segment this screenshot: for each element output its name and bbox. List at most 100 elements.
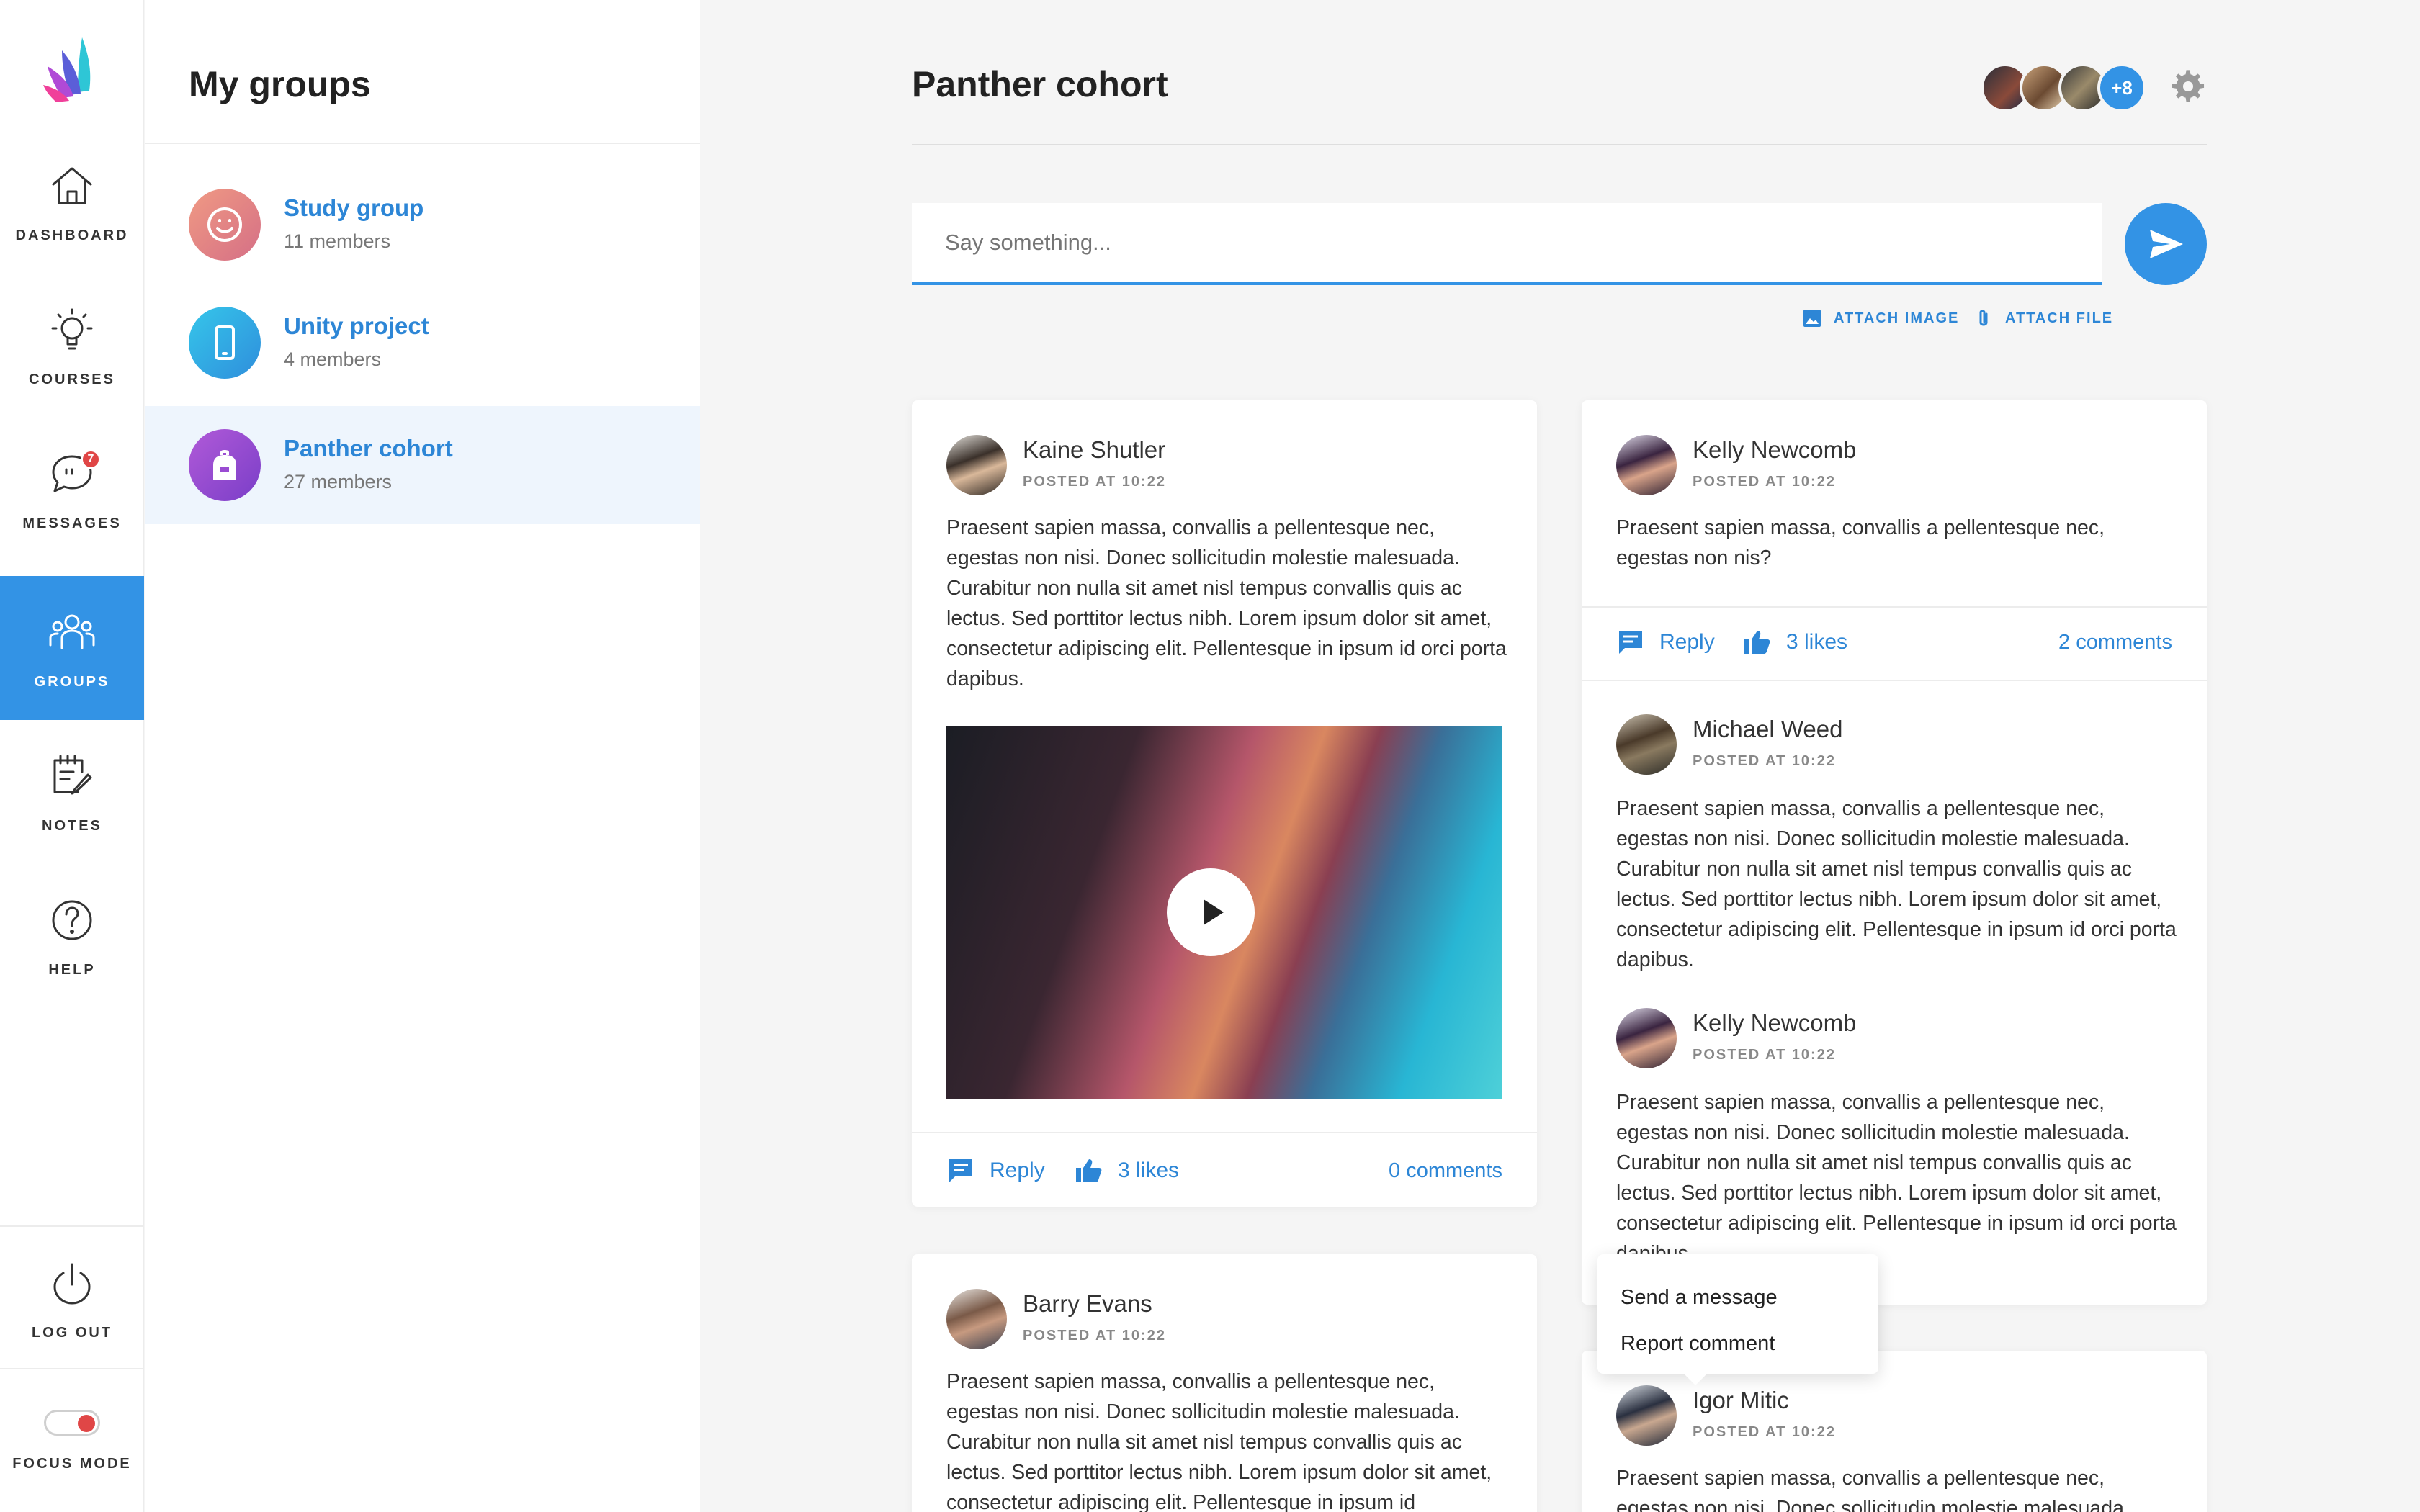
- attach-file-label: ATTACH FILE: [2005, 310, 2114, 326]
- group-name: Unity project: [284, 312, 429, 339]
- group-name: Panther cohort: [284, 435, 453, 462]
- image-icon: [1803, 310, 1821, 327]
- member-avatars[interactable]: +8: [1981, 63, 2154, 112]
- smiley-icon: [207, 207, 242, 242]
- compose-input[interactable]: [912, 203, 2102, 285]
- comment-text: Praesent sapien massa, convallis a pelle…: [1616, 797, 2177, 971]
- author-avatar[interactable]: [1616, 1385, 1677, 1446]
- comment-author-name[interactable]: Michael Weed: [1693, 716, 1843, 743]
- post-card: Barry Evans POSTED AT 10:22 Praesent sap…: [912, 1254, 1537, 1512]
- author-name[interactable]: Barry Evans: [1023, 1290, 1152, 1318]
- reply-label: Reply: [990, 1158, 1045, 1182]
- posted-time: POSTED AT 10:22: [1693, 1424, 1836, 1440]
- backpack-icon: [213, 450, 236, 480]
- menu-item-report-comment[interactable]: Report comment: [1621, 1320, 1855, 1367]
- page-title: Panther cohort: [912, 64, 1168, 104]
- user-context-menu: Send a message Report comment: [1597, 1254, 1878, 1385]
- play-icon: [1204, 899, 1224, 925]
- reply-button[interactable]: Reply: [1616, 628, 1715, 657]
- post-card: Kelly Newcomb POSTED AT 10:22 Praesent s…: [1582, 400, 2207, 1305]
- comment-posted-time: POSTED AT 10:22: [1693, 1047, 1836, 1063]
- group-name: Study group: [284, 194, 424, 221]
- nav-logout[interactable]: LOG OUT: [0, 1227, 144, 1371]
- gear-icon[interactable]: [2171, 69, 2205, 104]
- groups-panel: My groups Study group 11 members Unity p…: [145, 0, 700, 1512]
- lightbulb-icon: [51, 308, 93, 349]
- group-item-panther-cohort[interactable]: Panther cohort 27 members: [145, 406, 700, 524]
- group-members: 4 members: [284, 348, 382, 370]
- nav-groups[interactable]: GROUPS: [0, 576, 144, 720]
- nav-help[interactable]: HELP: [0, 864, 144, 1008]
- author-name[interactable]: Kelly Newcomb: [1693, 436, 1856, 464]
- video-thumbnail[interactable]: [946, 726, 1502, 1099]
- groups-title: My groups: [189, 64, 371, 104]
- comments-link[interactable]: 0 comments: [1389, 1159, 1502, 1183]
- attach-file-button[interactable]: ATTACH FILE: [1973, 308, 2113, 328]
- post-text: Praesent sapien massa, convallis a pelle…: [946, 1370, 1492, 1512]
- author-avatar[interactable]: [946, 435, 1007, 495]
- card-divider: [912, 1132, 1537, 1133]
- nav-messages[interactable]: 7 MESSAGES: [0, 418, 144, 562]
- thumbs-up-icon: [1076, 1159, 1102, 1182]
- group-avatar: [189, 189, 261, 261]
- focus-mode-label: FOCUS MODE: [12, 1455, 132, 1472]
- notepad-icon: [53, 755, 92, 794]
- menu-item-send-message[interactable]: Send a message: [1621, 1274, 1855, 1320]
- nav-help-label: HELP: [48, 961, 96, 978]
- focus-mode: FOCUS MODE: [0, 1369, 144, 1512]
- comment-author-avatar[interactable]: [1616, 714, 1677, 775]
- posted-time: POSTED AT 10:22: [1023, 1328, 1166, 1344]
- nav-notes[interactable]: NOTES: [0, 720, 144, 864]
- posted-time: POSTED AT 10:22: [1023, 474, 1166, 490]
- likes-count: 3 likes: [1786, 630, 1848, 654]
- nav-dashboard[interactable]: DASHBOARD: [0, 130, 144, 274]
- group-avatar: [189, 307, 261, 379]
- comment-posted-time: POSTED AT 10:22: [1693, 753, 1836, 769]
- power-icon: [53, 1263, 91, 1304]
- more-members-count[interactable]: +8: [2097, 63, 2146, 112]
- author-avatar[interactable]: [1616, 435, 1677, 495]
- author-avatar[interactable]: [946, 1289, 1007, 1349]
- like-button[interactable]: 3 likes: [1743, 628, 1847, 657]
- nav-dashboard-label: DASHBOARD: [15, 227, 129, 243]
- post-card: Kaine Shutler POSTED AT 10:22 Praesent s…: [912, 400, 1537, 1207]
- play-button[interactable]: [1167, 868, 1255, 956]
- like-button[interactable]: 3 likes: [1075, 1156, 1179, 1185]
- groups-divider: [145, 143, 700, 144]
- send-icon: [2150, 230, 2183, 258]
- main-nav: DASHBOARD COURSES 7 MESSAGES GROUPS NOTE…: [0, 0, 144, 1512]
- help-icon: [52, 900, 92, 940]
- comments-link[interactable]: 2 comments: [2058, 631, 2172, 654]
- posted-time: POSTED AT 10:22: [1693, 474, 1836, 490]
- author-name[interactable]: Igor Mitic: [1693, 1387, 1789, 1414]
- popover-arrow: [1682, 1372, 1708, 1385]
- app-logo-icon[interactable]: [40, 35, 104, 104]
- messages-badge: 7: [81, 449, 101, 469]
- reply-button[interactable]: Reply: [946, 1156, 1045, 1185]
- author-name[interactable]: Kaine Shutler: [1023, 436, 1165, 464]
- card-divider: [1582, 680, 2207, 681]
- reply-label: Reply: [1659, 630, 1715, 654]
- post-card: Igor Mitic POSTED AT 10:22 Praesent sapi…: [1582, 1351, 2207, 1512]
- group-avatar: [189, 429, 261, 501]
- mobile-phone-icon: [215, 325, 235, 360]
- focus-mode-toggle[interactable]: [44, 1409, 100, 1436]
- attach-image-button[interactable]: ATTACH IMAGE: [1802, 308, 1959, 328]
- comment-author-avatar[interactable]: [1616, 1008, 1677, 1068]
- thumbs-up-icon: [1744, 631, 1770, 654]
- comment-author-name[interactable]: Kelly Newcomb: [1693, 1009, 1856, 1037]
- group-item-study-group[interactable]: Study group 11 members: [145, 166, 700, 284]
- group-members: 27 members: [284, 471, 393, 492]
- send-button[interactable]: [2125, 203, 2207, 285]
- group-members: 11 members: [284, 230, 391, 252]
- likes-count: 3 likes: [1118, 1158, 1180, 1182]
- reply-icon: [1619, 631, 1642, 654]
- header-divider: [912, 144, 2207, 145]
- post-text: Praesent sapien massa, convallis a pelle…: [1616, 1467, 2130, 1512]
- nav-courses[interactable]: COURSES: [0, 274, 144, 418]
- nav-courses-label: COURSES: [29, 371, 115, 387]
- attach-image-label: ATTACH IMAGE: [1834, 310, 1960, 326]
- group-item-unity-project[interactable]: Unity project 4 members: [145, 284, 700, 402]
- users-icon: [49, 614, 95, 649]
- card-divider: [1582, 606, 2207, 608]
